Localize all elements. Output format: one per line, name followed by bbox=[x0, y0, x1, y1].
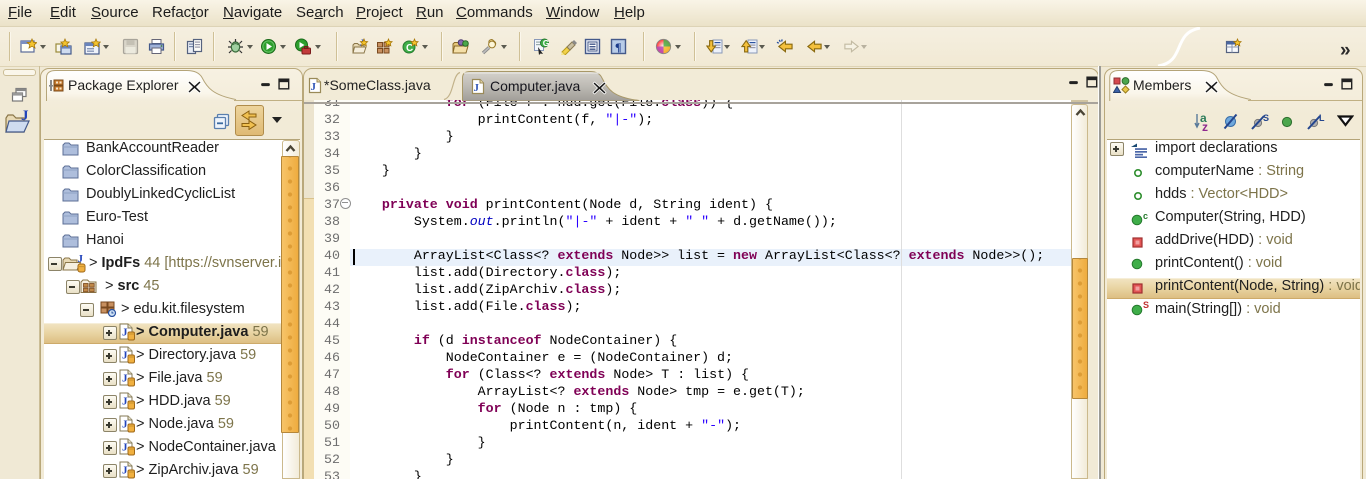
svg-text:J: J bbox=[122, 396, 128, 408]
svg-text:z: z bbox=[1202, 120, 1208, 132]
svg-text:J: J bbox=[474, 82, 480, 94]
svg-text:¶: ¶ bbox=[615, 40, 621, 54]
svg-text:L: L bbox=[1319, 113, 1325, 123]
svg-text:J: J bbox=[311, 81, 317, 93]
svg-text:J: J bbox=[122, 419, 128, 431]
svg-text:J: J bbox=[122, 350, 128, 362]
svg-text:S: S bbox=[1143, 300, 1149, 310]
svg-text:J: J bbox=[122, 465, 128, 477]
svg-text:J: J bbox=[122, 373, 128, 385]
svg-text:S: S bbox=[1263, 113, 1269, 123]
svg-text:J: J bbox=[78, 253, 84, 265]
svg-text:J: J bbox=[122, 327, 128, 339]
svg-text:J: J bbox=[21, 108, 29, 124]
svg-text:G: G bbox=[543, 38, 550, 48]
svg-text:c: c bbox=[1143, 212, 1148, 221]
svg-text:J: J bbox=[122, 442, 128, 454]
